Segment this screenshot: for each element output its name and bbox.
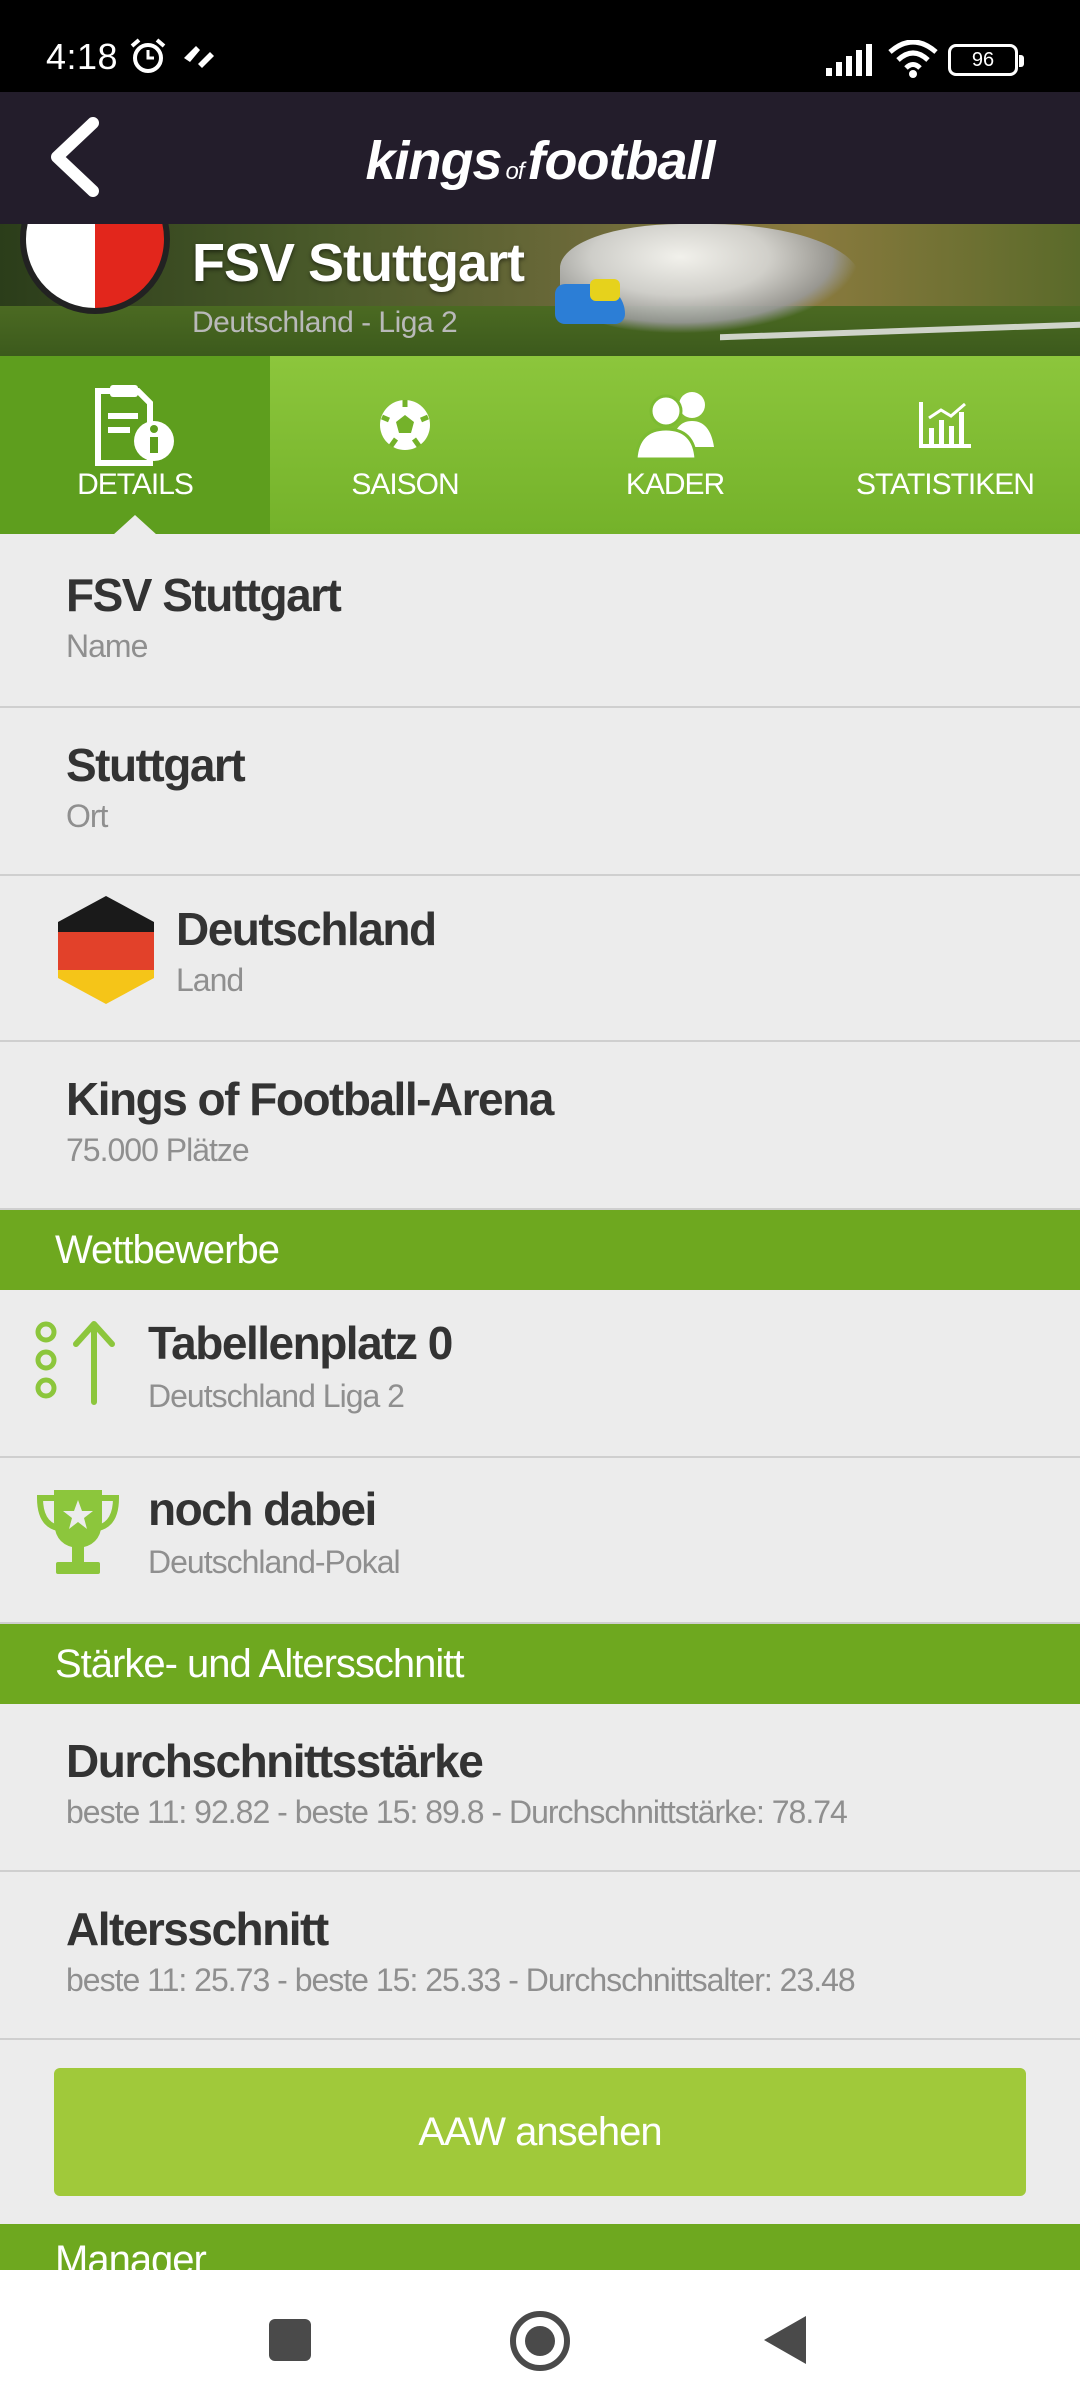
detail-stadium-label: 75.000 Plätze <box>66 1132 250 1168</box>
detail-row-stadium: Kings of Football-Arena 75.000 Plätze <box>0 1042 1080 1210</box>
detail-row-name: FSV Stuttgart Name <box>0 534 1080 708</box>
strength-age-value: Altersschnitt <box>66 1903 329 1955</box>
app-bar: kings offootball <box>0 92 1080 224</box>
detail-city-label: Ort <box>66 798 108 834</box>
tab-statistiken-label: STATISTIKEN <box>856 468 1035 501</box>
app-logo: kings offootball <box>365 131 715 191</box>
tab-saison-label: SAISON <box>351 468 459 501</box>
detail-country-value: Deutschland <box>176 903 437 955</box>
tab-statistiken[interactable]: STATISTIKEN <box>810 356 1080 534</box>
competition-league-label: Deutschland Liga 2 <box>148 1378 405 1414</box>
bar-chart-icon <box>919 402 971 448</box>
square-icon <box>269 2319 311 2361</box>
trophy-icon <box>36 1490 120 1574</box>
tab-kader[interactable]: KADER <box>540 356 810 534</box>
team-name: FSV Stuttgart <box>192 233 525 293</box>
strength-row-age: Altersschnitt beste 11: 25.73 - beste 15… <box>0 1872 1080 2040</box>
team-crest <box>20 224 170 314</box>
status-time: 4:18 <box>46 36 119 77</box>
alarm-icon <box>130 38 166 73</box>
competition-row-league[interactable]: Tabellenplatz 0 Deutschland Liga 2 <box>0 1290 1080 1458</box>
notification-icon <box>184 46 214 68</box>
players-icon <box>634 392 714 461</box>
detail-stadium-value: Kings of Football-Arena <box>66 1073 554 1125</box>
section-header-competitions: Wettbewerbe <box>0 1210 1080 1290</box>
triangle-back-icon <box>764 2316 806 2364</box>
wifi-icon <box>888 40 938 78</box>
detail-name-value: FSV Stuttgart <box>66 569 342 621</box>
system-nav-bar <box>0 2270 1080 2400</box>
competition-cup-label: Deutschland-Pokal <box>148 1544 401 1580</box>
detail-row-country: Deutschland Land <box>0 876 1080 1042</box>
home-circle-icon <box>510 2311 570 2371</box>
strength-average-label: beste 11: 92.82 - beste 15: 89.8 - Durch… <box>66 1794 848 1830</box>
tab-bar: DETAILS SAISON KADER STATISTIKEN <box>0 356 1080 535</box>
strength-row-average: Durchschnittsstärke beste 11: 92.82 - be… <box>0 1704 1080 1872</box>
recents-button[interactable] <box>260 2310 320 2370</box>
strength-average-value: Durchschnittsstärke <box>66 1735 484 1787</box>
competition-row-cup[interactable]: noch dabei Deutschland-Pokal <box>0 1458 1080 1624</box>
table-rank-icon <box>35 1321 115 1405</box>
strength-age-label: beste 11: 25.73 - beste 15: 25.33 - Durc… <box>66 1962 856 1998</box>
detail-name-label: Name <box>66 628 148 664</box>
detail-city-value: Stuttgart <box>66 739 246 791</box>
manager-header-label: Manager <box>55 2238 207 2270</box>
aaw-button[interactable]: AAW ansehen <box>54 2068 1026 2196</box>
section-header-manager: Manager <box>0 2224 1080 2270</box>
signal-icon <box>826 44 872 76</box>
details-icon <box>95 385 174 466</box>
back-nav-button[interactable] <box>756 2310 816 2370</box>
competition-league-value: Tabellenplatz 0 <box>148 1317 453 1369</box>
section-header-strength: Stärke- und Altersschnitt <box>0 1624 1080 1704</box>
home-button[interactable] <box>505 2306 575 2376</box>
detail-country-label: Land <box>176 962 244 998</box>
team-league: Deutschland - Liga 2 <box>192 306 458 339</box>
tab-saison[interactable]: SAISON <box>270 356 540 534</box>
germany-flag-icon <box>58 896 154 1004</box>
competition-cup-value: noch dabei <box>148 1483 377 1535</box>
team-banner: FSV Stuttgart Deutschland - Liga 2 <box>0 224 1080 356</box>
detail-row-city: Stuttgart Ort <box>0 708 1080 876</box>
tab-details[interactable]: DETAILS <box>0 356 270 535</box>
tab-kader-label: KADER <box>625 468 725 501</box>
status-bar: 4:18 96 <box>0 0 1080 92</box>
tab-details-label: DETAILS <box>77 468 194 501</box>
soccer-ball-icon <box>380 400 430 450</box>
battery-indicator: 96 <box>948 44 1024 76</box>
